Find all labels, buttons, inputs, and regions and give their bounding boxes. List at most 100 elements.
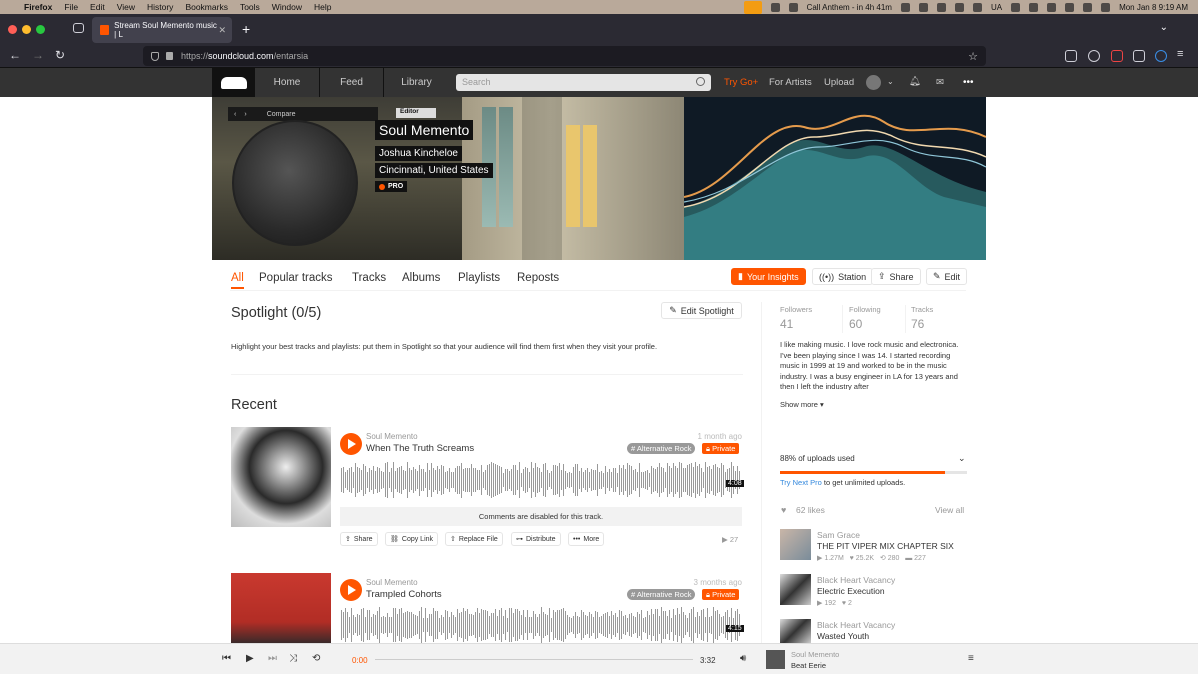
user-avatar[interactable] <box>866 75 881 90</box>
profile-avatar[interactable] <box>232 120 358 246</box>
tracking-shield-icon[interactable] <box>151 51 159 61</box>
menu-firefox[interactable]: Firefox <box>24 2 52 12</box>
now-playing-user[interactable]: Soul Memento <box>791 650 839 659</box>
search-icon[interactable] <box>1083 2 1093 12</box>
liked-track-artwork[interactable] <box>780 619 811 643</box>
share-button[interactable]: ⇪ Share <box>871 268 921 285</box>
try-go-plus-link[interactable]: Try Go+ <box>724 77 758 88</box>
forward-arrow-icon[interactable]: → <box>32 48 44 62</box>
status-icon[interactable] <box>770 2 780 12</box>
tab-albums[interactable]: Albums <box>402 272 440 284</box>
tracks-stat[interactable]: Tracks 76 <box>911 305 933 331</box>
liked-track-title[interactable]: THE PIT VIPER MIX CHAPTER SIX <box>817 541 954 551</box>
show-more-button[interactable]: Show more ▾ <box>780 400 824 409</box>
track-artwork[interactable] <box>231 427 331 527</box>
new-tab-button[interactable]: + <box>242 21 250 37</box>
zoom-window-button[interactable] <box>36 25 45 34</box>
upload-link[interactable]: Upload <box>824 77 854 88</box>
nav-feed[interactable]: Feed <box>320 68 384 97</box>
menu-history[interactable]: History <box>147 2 173 12</box>
liked-track-user[interactable]: Sam Grace <box>817 530 860 540</box>
repeat-icon[interactable]: ⟲ <box>312 653 320 664</box>
status-icon[interactable] <box>900 2 910 12</box>
close-tab-icon[interactable]: ✕ <box>218 25 226 36</box>
genre-tag[interactable]: # Alternative Rock <box>627 589 696 600</box>
menu-bookmarks[interactable]: Bookmarks <box>185 2 228 12</box>
messages-envelope-icon[interactable]: ✉ <box>936 77 944 88</box>
minimize-window-button[interactable] <box>22 25 31 34</box>
track-title[interactable]: When The Truth Screams <box>366 443 474 454</box>
edit-profile-button[interactable]: ✎ Edit <box>926 268 968 285</box>
replace-file-button[interactable]: ⇧ Replace File <box>445 532 503 546</box>
list-tabs-chevron-icon[interactable]: ⌄ <box>1160 22 1168 33</box>
keyboard-layout[interactable]: UA <box>991 3 1002 12</box>
liked-track-user[interactable]: Black Heart Vacancy <box>817 575 895 585</box>
play-icon[interactable]: ▶ <box>246 653 254 664</box>
reload-icon[interactable]: ↻ <box>55 48 65 62</box>
liked-track-title[interactable]: Electric Execution <box>817 586 885 596</box>
track-title[interactable]: Trampled Cohorts <box>366 589 442 600</box>
wifi-icon[interactable] <box>1065 2 1075 12</box>
url-bar[interactable]: https:// soundcloud.com /entarsia ☆ <box>143 46 986 66</box>
likes-count[interactable]: 62 likes <box>796 505 825 515</box>
control-center-icon[interactable] <box>1101 2 1111 12</box>
pocket-icon[interactable] <box>1065 50 1077 62</box>
search-input[interactable]: Search <box>456 74 711 91</box>
status-icon[interactable] <box>918 2 928 12</box>
soundcloud-logo[interactable] <box>212 68 255 97</box>
track-user[interactable]: Soul Memento <box>366 432 418 441</box>
tab-reposts[interactable]: Reposts <box>517 272 559 284</box>
menu-help[interactable]: Help <box>314 2 331 12</box>
close-window-button[interactable] <box>8 25 17 34</box>
station-button[interactable]: ((•)) Station <box>812 268 874 285</box>
back-arrow-icon[interactable]: ← <box>9 48 21 62</box>
genre-tag[interactable]: # Alternative Rock <box>627 443 696 454</box>
status-icon[interactable] <box>972 2 982 12</box>
copy-link-button[interactable]: ⛓ Copy Link <box>385 532 439 546</box>
bookmark-star-icon[interactable]: ☆ <box>968 50 978 63</box>
notifications-bell-icon[interactable]: 🔔︎ <box>909 76 921 87</box>
lock-icon[interactable] <box>166 52 173 60</box>
liked-track-user[interactable]: Black Heart Vacancy <box>817 620 895 630</box>
status-icon[interactable] <box>788 2 798 12</box>
queue-icon[interactable]: ≡ <box>968 653 974 664</box>
tab-popular-tracks[interactable]: Popular tracks <box>259 272 333 284</box>
try-next-pro-link[interactable]: Try Next Pro <box>780 478 822 487</box>
followers-stat[interactable]: Followers 41 <box>780 305 812 331</box>
edit-spotlight-button[interactable]: ✎ Edit Spotlight <box>661 302 742 319</box>
menu-tools[interactable]: Tools <box>240 2 260 12</box>
calendar-event[interactable]: Call Anthem - in 4h 41m <box>807 3 892 12</box>
status-icon[interactable] <box>936 2 946 12</box>
clock[interactable]: Mon Jan 8 9:19 AM <box>1119 3 1188 12</box>
extensions-puzzle-icon[interactable] <box>1133 50 1145 62</box>
track-artwork[interactable] <box>231 573 331 643</box>
playback-progress-bar[interactable] <box>375 659 693 660</box>
tab-tracks[interactable]: Tracks <box>352 272 386 284</box>
chevron-down-icon[interactable]: ⌄ <box>887 77 894 86</box>
nav-home[interactable]: Home <box>255 68 320 97</box>
track-user[interactable]: Soul Memento <box>366 578 418 587</box>
distribute-button[interactable]: ⊶ Distribute <box>511 532 561 546</box>
account-icon[interactable] <box>1088 50 1100 62</box>
next-track-icon[interactable]: ⏭︎ <box>268 653 277 664</box>
following-stat[interactable]: Following 60 <box>849 305 881 331</box>
waveform[interactable] <box>341 607 742 643</box>
shuffle-icon[interactable]: ⤨ <box>289 653 297 664</box>
more-options-icon[interactable]: ••• <box>963 77 974 88</box>
liked-track-artwork[interactable] <box>780 574 811 605</box>
chevron-down-icon[interactable]: ⌄ <box>958 453 966 464</box>
status-icon[interactable] <box>1029 2 1039 12</box>
status-icon[interactable] <box>954 2 964 12</box>
play-button[interactable] <box>340 579 362 601</box>
extension-icon[interactable] <box>1111 50 1123 62</box>
search-icon[interactable] <box>696 77 705 86</box>
tab-playlists[interactable]: Playlists <box>458 272 500 284</box>
menu-file[interactable]: File <box>64 2 78 12</box>
now-playing-title[interactable]: Beat Eerie <box>791 661 826 670</box>
more-button[interactable]: ••• More <box>568 532 605 546</box>
for-artists-link[interactable]: For Artists <box>769 77 812 88</box>
nav-library[interactable]: Library <box>384 68 449 97</box>
now-playing-artwork[interactable] <box>766 650 785 669</box>
liked-track-artwork[interactable] <box>780 529 811 560</box>
hamburger-menu-icon[interactable]: ≡ <box>1177 48 1183 60</box>
